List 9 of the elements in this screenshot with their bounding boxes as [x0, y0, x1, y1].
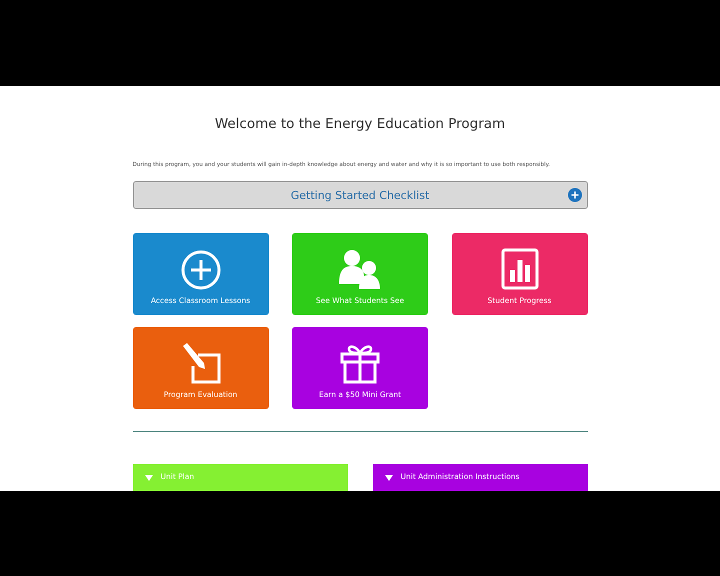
- checklist-bar[interactable]: Getting Started Checklist: [132, 181, 588, 209]
- plus-icon: [568, 188, 582, 202]
- plus-icon: [180, 250, 220, 290]
- checklist-label: Getting Started Checklist: [290, 188, 430, 202]
- caret-icon: [144, 475, 152, 481]
- chart-icon: [500, 248, 538, 290]
- caret-icon: [384, 475, 392, 481]
- page-title: Welcome to the Energy Education Program: [214, 115, 506, 133]
- people-icon: [338, 248, 382, 290]
